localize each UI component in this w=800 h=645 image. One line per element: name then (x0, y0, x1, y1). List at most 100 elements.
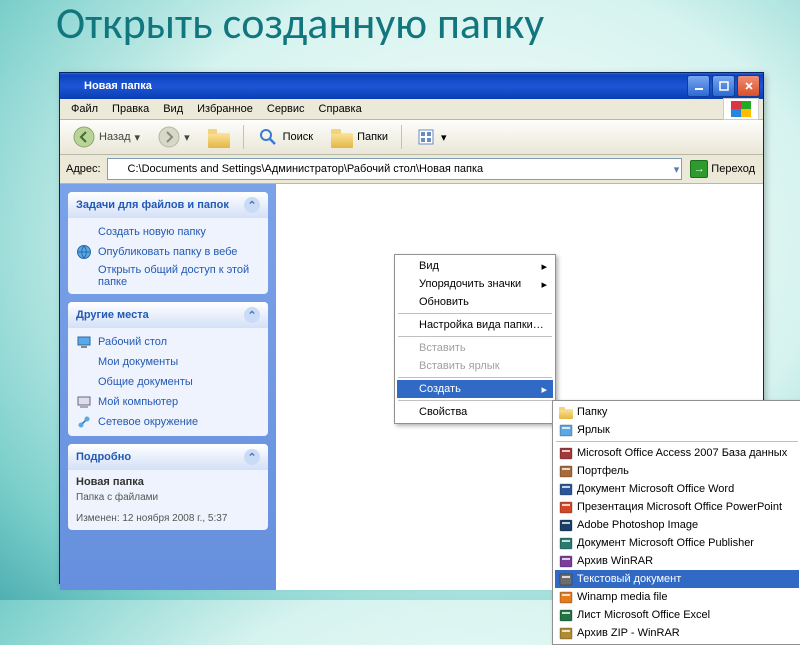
submenu-item[interactable]: Adobe Photoshop Image (555, 516, 799, 534)
ctx-item[interactable]: Вид▸ (397, 257, 553, 275)
folders-icon (331, 126, 353, 148)
details-modified: Изменен: 12 ноября 2008 г., 5:37 (76, 513, 260, 524)
submenu-item[interactable]: Winamp media file (555, 588, 799, 606)
submenu-item[interactable]: Документ Microsoft Office Word (555, 480, 799, 498)
toolbar: Назад ▾ ▾ Поиск Папки ▾ (60, 120, 763, 155)
views-button[interactable]: ▾ (408, 122, 454, 152)
details-header[interactable]: Подробно ⌃ (68, 444, 268, 470)
up-button[interactable] (201, 122, 237, 152)
submenu-item[interactable]: Архив ZIP - WinRAR (555, 624, 799, 642)
folder-content-area[interactable]: Вид▸Упорядочить значки▸Обновить Настройка… (276, 184, 763, 590)
menu-file[interactable]: Файл (64, 101, 105, 117)
place-shared-documents[interactable]: Общие документы (76, 374, 260, 390)
address-input[interactable] (126, 162, 674, 176)
folders-button[interactable]: Папки (324, 122, 395, 152)
context-submenu-create: ПапкуЯрлык Microsoft Office Access 2007 Б… (552, 400, 800, 645)
computer-icon (76, 394, 92, 410)
shortcut-icon (558, 422, 574, 438)
place-desktop[interactable]: Рабочий стол (76, 334, 260, 350)
submenu-item[interactable]: Ярлык (555, 421, 799, 439)
task-publish-web[interactable]: Опубликовать папку в вебе (76, 244, 260, 260)
winamp-icon (558, 589, 574, 605)
search-icon (257, 126, 279, 148)
dropdown-icon[interactable]: ▾ (674, 163, 680, 176)
go-button[interactable]: → Переход (686, 160, 759, 178)
share-icon (76, 268, 92, 284)
explorer-window: Новая папка Файл Правка Вид Избранное Се… (59, 72, 764, 584)
search-button[interactable]: Поиск (250, 122, 320, 152)
ctx-item[interactable]: Упорядочить значки▸ (397, 275, 553, 293)
ppt-icon (558, 499, 574, 515)
txt-icon (558, 571, 574, 587)
tasks-header[interactable]: Задачи для файлов и папок ⌃ (68, 192, 268, 218)
submenu-item[interactable]: Текстовый документ (555, 570, 799, 588)
submenu-item[interactable]: Портфель (555, 462, 799, 480)
folder-icon (558, 404, 574, 420)
menu-help[interactable]: Справка (312, 101, 369, 117)
places-header[interactable]: Другие места ⌃ (68, 302, 268, 328)
globe-icon (76, 244, 92, 260)
back-icon (73, 126, 95, 148)
up-folder-icon (208, 126, 230, 148)
views-icon (415, 126, 437, 148)
pub-icon (558, 535, 574, 551)
go-icon: → (690, 160, 708, 178)
maximize-button[interactable] (712, 75, 735, 97)
address-field[interactable]: ▾ (107, 158, 683, 180)
ctx-item: Вставить ярлык (397, 357, 553, 375)
place-my-computer[interactable]: Мой компьютер (76, 394, 260, 410)
details-type: Папка с файлами (76, 492, 260, 503)
desktop-icon (76, 334, 92, 350)
details-panel: Подробно ⌃ Новая папка Папка с файлами И… (68, 444, 268, 530)
folder-icon (76, 224, 92, 240)
menubar: Файл Правка Вид Избранное Сервис Справка (60, 99, 763, 120)
ctx-item[interactable]: Создать▸ (397, 380, 553, 398)
collapse-icon: ⌃ (244, 307, 260, 323)
submenu-arrow-icon: ▸ (541, 278, 547, 291)
folder-icon (110, 161, 126, 177)
menu-favorites[interactable]: Избранное (190, 101, 260, 117)
back-label: Назад (99, 131, 131, 143)
minimize-button[interactable] (687, 75, 710, 97)
back-button[interactable]: Назад ▾ (66, 122, 147, 152)
folder-icon (76, 374, 92, 390)
task-share-folder[interactable]: Открыть общий доступ к этой папке (76, 264, 260, 288)
word-icon (558, 481, 574, 497)
places-panel: Другие места ⌃ Рабочий стол Мои документ… (68, 302, 268, 436)
close-button[interactable] (737, 75, 760, 97)
submenu-arrow-icon: ▸ (541, 260, 547, 273)
go-label: Переход (711, 163, 755, 175)
submenu-item[interactable]: Документ Microsoft Office Publisher (555, 534, 799, 552)
submenu-item[interactable]: Презентация Microsoft Office PowerPoint (555, 498, 799, 516)
windows-flag-icon (723, 98, 759, 120)
submenu-arrow-icon: ▸ (541, 383, 547, 396)
titlebar[interactable]: Новая папка (60, 73, 763, 99)
ctx-item[interactable]: Настройка вида папки… (397, 316, 553, 334)
sidebar: Задачи для файлов и папок ⌃ Создать нову… (60, 184, 276, 590)
places-title: Другие места (76, 309, 149, 321)
submenu-item[interactable]: Лист Microsoft Office Excel (555, 606, 799, 624)
place-my-documents[interactable]: Мои документы (76, 354, 260, 370)
context-menu: Вид▸Упорядочить значки▸Обновить Настройка… (394, 254, 556, 424)
ctx-item: Вставить (397, 339, 553, 357)
ctx-item[interactable]: Свойства (397, 403, 553, 421)
submenu-item[interactable]: Microsoft Office Access 2007 База данных (555, 444, 799, 462)
submenu-item[interactable]: Архив WinRAR (555, 552, 799, 570)
access-icon (558, 445, 574, 461)
tasks-title: Задачи для файлов и папок (76, 199, 229, 211)
submenu-item[interactable]: Папку (555, 403, 799, 421)
rar-icon (558, 553, 574, 569)
task-create-folder[interactable]: Создать новую папку (76, 224, 260, 240)
ctx-item[interactable]: Обновить (397, 293, 553, 311)
collapse-icon: ⌃ (244, 197, 260, 213)
menu-edit[interactable]: Правка (105, 101, 156, 117)
menu-view[interactable]: Вид (156, 101, 190, 117)
address-bar: Адрес: ▾ → Переход (60, 155, 763, 184)
excel-icon (558, 607, 574, 623)
slide-title: Открыть созданную папку (56, 0, 544, 46)
forward-button[interactable]: ▾ (151, 122, 197, 152)
window-title: Новая папка (84, 80, 152, 92)
details-name: Новая папка (76, 476, 260, 488)
menu-tools[interactable]: Сервис (260, 101, 312, 117)
place-network[interactable]: Сетевое окружение (76, 414, 260, 430)
